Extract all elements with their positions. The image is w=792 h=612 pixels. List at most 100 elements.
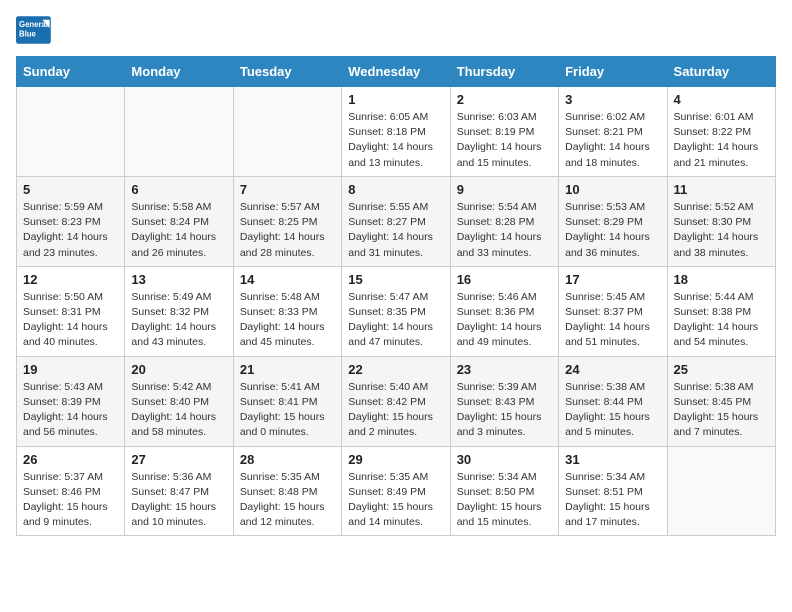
calendar-day-cell: 13Sunrise: 5:49 AMSunset: 8:32 PMDayligh… (125, 266, 233, 356)
calendar-day-cell (17, 87, 125, 177)
day-number: 9 (457, 182, 552, 197)
day-number: 4 (674, 92, 769, 107)
day-detail: Sunrise: 5:44 AMSunset: 8:38 PMDaylight:… (674, 290, 769, 351)
calendar-day-cell: 15 Sunrise: 5:47 AMSunset: 8:35 PMDayligh… (342, 266, 450, 356)
day-number: 6 (131, 182, 226, 197)
svg-text:General: General (19, 20, 48, 29)
day-detail: Sunrise: 5:43 AMSunset: 8:39 PMDaylight:… (23, 380, 118, 441)
day-number: 15 (348, 272, 443, 287)
day-number: 17 (565, 272, 660, 287)
day-detail: Sunrise: 5:40 AMSunset: 8:42 PMDaylight:… (348, 380, 443, 441)
calendar-day-cell: 10Sunrise: 5:53 AMSunset: 8:29 PMDayligh… (559, 176, 667, 266)
calendar-day-cell: 21 Sunrise: 5:41 AMSunset: 8:41 PMDayligh… (233, 356, 341, 446)
day-detail: Sunrise: 5:48 AMSunset: 8:33 PMDaylight:… (240, 290, 335, 351)
day-number: 12 (23, 272, 118, 287)
day-detail: Sunrise: 5:35 AMSunset: 8:49 PMDaylight:… (348, 470, 443, 531)
calendar-day-cell: 25 Sunrise: 5:38 AMSunset: 8:45 PMDayligh… (667, 356, 775, 446)
calendar-day-cell: 23 Sunrise: 5:39 AMSunset: 8:43 PMDayligh… (450, 356, 558, 446)
calendar-day-cell: 29Sunrise: 5:35 AMSunset: 8:49 PMDayligh… (342, 446, 450, 536)
calendar-day-cell: 16 Sunrise: 5:46 AMSunset: 8:36 PMDayligh… (450, 266, 558, 356)
calendar-day-cell: 28Sunrise: 5:35 AMSunset: 8:48 PMDayligh… (233, 446, 341, 536)
day-number: 1 (348, 92, 443, 107)
calendar-day-cell (233, 87, 341, 177)
day-number: 26 (23, 452, 118, 467)
day-detail: Sunrise: 5:34 AMSunset: 8:51 PMDaylight:… (565, 470, 660, 531)
calendar-week-row: 12Sunrise: 5:50 AMSunset: 8:31 PMDayligh… (17, 266, 776, 356)
calendar-day-cell (125, 87, 233, 177)
page-header: General Blue (16, 16, 776, 44)
calendar-day-cell: 2Sunrise: 6:03 AMSunset: 8:19 PMDaylight… (450, 87, 558, 177)
day-number: 19 (23, 362, 118, 377)
calendar-day-cell: 17 Sunrise: 5:45 AMSunset: 8:37 PMDayligh… (559, 266, 667, 356)
calendar-day-cell: 27 Sunrise: 5:36 AMSunset: 8:47 PMDayligh… (125, 446, 233, 536)
day-number: 21 (240, 362, 335, 377)
day-number: 5 (23, 182, 118, 197)
calendar-week-row: 19 Sunrise: 5:43 AMSunset: 8:39 PMDayligh… (17, 356, 776, 446)
day-number: 8 (348, 182, 443, 197)
day-number: 3 (565, 92, 660, 107)
day-number: 13 (131, 272, 226, 287)
day-detail: Sunrise: 5:46 AMSunset: 8:36 PMDaylight:… (457, 290, 552, 351)
calendar-day-cell: 31 Sunrise: 5:34 AMSunset: 8:51 PMDayligh… (559, 446, 667, 536)
calendar-day-cell: 5 Sunrise: 5:59 AMSunset: 8:23 PMDaylight… (17, 176, 125, 266)
calendar-day-cell: 26 Sunrise: 5:37 AMSunset: 8:46 PMDayligh… (17, 446, 125, 536)
calendar-day-cell: 14 Sunrise: 5:48 AMSunset: 8:33 PMDayligh… (233, 266, 341, 356)
day-detail: Sunrise: 5:34 AMSunset: 8:50 PMDaylight:… (457, 470, 552, 531)
day-detail: Sunrise: 6:03 AMSunset: 8:19 PMDaylight:… (457, 110, 552, 171)
day-number: 18 (674, 272, 769, 287)
calendar-day-cell: 20 Sunrise: 5:42 AMSunset: 8:40 PMDayligh… (125, 356, 233, 446)
calendar-table: SundayMondayTuesdayWednesdayThursdayFrid… (16, 56, 776, 536)
calendar-day-cell: 11Sunrise: 5:52 AMSunset: 8:30 PMDayligh… (667, 176, 775, 266)
calendar-day-cell: 22 Sunrise: 5:40 AMSunset: 8:42 PMDayligh… (342, 356, 450, 446)
calendar-day-cell: 24 Sunrise: 5:38 AMSunset: 8:44 PMDayligh… (559, 356, 667, 446)
logo-icon: General Blue (16, 16, 52, 44)
svg-text:Blue: Blue (19, 30, 37, 39)
calendar-day-cell (667, 446, 775, 536)
day-number: 14 (240, 272, 335, 287)
day-detail: Sunrise: 5:39 AMSunset: 8:43 PMDaylight:… (457, 380, 552, 441)
day-detail: Sunrise: 6:02 AMSunset: 8:21 PMDaylight:… (565, 110, 660, 171)
day-detail: Sunrise: 5:35 AMSunset: 8:48 PMDaylight:… (240, 470, 335, 531)
calendar-day-cell: 12Sunrise: 5:50 AMSunset: 8:31 PMDayligh… (17, 266, 125, 356)
day-detail: Sunrise: 5:54 AMSunset: 8:28 PMDaylight:… (457, 200, 552, 261)
calendar-day-cell: 1 Sunrise: 6:05 AMSunset: 8:18 PMDaylight… (342, 87, 450, 177)
day-detail: Sunrise: 5:57 AMSunset: 8:25 PMDaylight:… (240, 200, 335, 261)
day-number: 16 (457, 272, 552, 287)
day-number: 27 (131, 452, 226, 467)
day-detail: Sunrise: 5:45 AMSunset: 8:37 PMDaylight:… (565, 290, 660, 351)
day-number: 24 (565, 362, 660, 377)
day-number: 22 (348, 362, 443, 377)
day-of-week-header: Wednesday (342, 57, 450, 87)
day-of-week-header: Tuesday (233, 57, 341, 87)
calendar-day-cell: 6 Sunrise: 5:58 AMSunset: 8:24 PMDaylight… (125, 176, 233, 266)
day-number: 25 (674, 362, 769, 377)
day-number: 7 (240, 182, 335, 197)
day-detail: Sunrise: 5:47 AMSunset: 8:35 PMDaylight:… (348, 290, 443, 351)
day-detail: Sunrise: 5:55 AMSunset: 8:27 PMDaylight:… (348, 200, 443, 261)
day-detail: Sunrise: 5:36 AMSunset: 8:47 PMDaylight:… (131, 470, 226, 531)
calendar-day-cell: 19 Sunrise: 5:43 AMSunset: 8:39 PMDayligh… (17, 356, 125, 446)
calendar-day-cell: 4 Sunrise: 6:01 AMSunset: 8:22 PMDaylight… (667, 87, 775, 177)
day-detail: Sunrise: 5:38 AMSunset: 8:44 PMDaylight:… (565, 380, 660, 441)
day-number: 23 (457, 362, 552, 377)
day-detail: Sunrise: 5:38 AMSunset: 8:45 PMDaylight:… (674, 380, 769, 441)
day-detail: Sunrise: 5:59 AMSunset: 8:23 PMDaylight:… (23, 200, 118, 261)
calendar-day-cell: 7 Sunrise: 5:57 AMSunset: 8:25 PMDaylight… (233, 176, 341, 266)
calendar-week-row: 1 Sunrise: 6:05 AMSunset: 8:18 PMDaylight… (17, 87, 776, 177)
day-number: 31 (565, 452, 660, 467)
day-detail: Sunrise: 5:41 AMSunset: 8:41 PMDaylight:… (240, 380, 335, 441)
day-detail: Sunrise: 6:01 AMSunset: 8:22 PMDaylight:… (674, 110, 769, 171)
calendar-week-row: 5 Sunrise: 5:59 AMSunset: 8:23 PMDaylight… (17, 176, 776, 266)
calendar-day-cell: 18 Sunrise: 5:44 AMSunset: 8:38 PMDayligh… (667, 266, 775, 356)
logo: General Blue (16, 16, 52, 44)
calendar-header-row: SundayMondayTuesdayWednesdayThursdayFrid… (17, 57, 776, 87)
day-detail: Sunrise: 5:37 AMSunset: 8:46 PMDaylight:… (23, 470, 118, 531)
day-number: 20 (131, 362, 226, 377)
day-of-week-header: Sunday (17, 57, 125, 87)
day-detail: Sunrise: 5:42 AMSunset: 8:40 PMDaylight:… (131, 380, 226, 441)
calendar-day-cell: 8 Sunrise: 5:55 AMSunset: 8:27 PMDaylight… (342, 176, 450, 266)
calendar-day-cell: 3 Sunrise: 6:02 AMSunset: 8:21 PMDaylight… (559, 87, 667, 177)
calendar-day-cell: 9 Sunrise: 5:54 AMSunset: 8:28 PMDaylight… (450, 176, 558, 266)
day-detail: Sunrise: 6:05 AMSunset: 8:18 PMDaylight:… (348, 110, 443, 171)
day-detail: Sunrise: 5:58 AMSunset: 8:24 PMDaylight:… (131, 200, 226, 261)
